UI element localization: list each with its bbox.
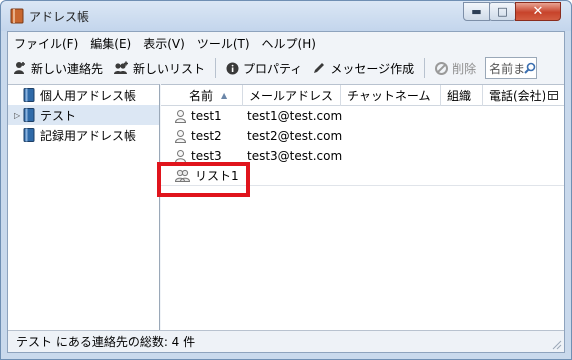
maximize-icon: □ (497, 5, 508, 18)
table-row[interactable]: test3 test3@test.com (161, 146, 564, 166)
address-book-icon (23, 88, 35, 102)
search-icon[interactable] (524, 62, 536, 74)
close-button[interactable]: ✕ (515, 2, 561, 21)
contact-name-cell: test2 (161, 129, 243, 143)
mailing-list-icon (175, 169, 190, 182)
delete-button[interactable]: 削除 (430, 56, 481, 80)
table-row[interactable]: test1 test1@test.com (161, 106, 564, 126)
column-header-label: 電話(会社) (489, 88, 545, 103)
window-title: アドレス帳 (29, 10, 90, 24)
menu-tools[interactable]: ツール(T) (191, 32, 256, 52)
contact-name-cell: リスト1 (161, 167, 243, 184)
sidebar-item-label: テスト (40, 108, 77, 123)
new-contact-icon (14, 62, 25, 74)
contacts-list: 名前 ▲ メールアドレス チャットネーム 組織 電話(会社) test1 tes… (161, 84, 564, 330)
minimize-button[interactable]: ▬ (463, 2, 490, 21)
table-row[interactable]: test2 test2@test.com (161, 126, 564, 146)
column-picker-button[interactable] (545, 90, 561, 100)
compose-button[interactable]: メッセージ作成 (307, 56, 419, 80)
resize-grip-icon[interactable] (552, 340, 562, 350)
sort-ascending-icon: ▲ (221, 90, 228, 100)
contact-name: test1 (191, 109, 222, 123)
list-header: 名前 ▲ メールアドレス チャットネーム 組織 電話(会社) (161, 84, 564, 106)
menu-edit[interactable]: 編集(E) (84, 32, 137, 52)
toolbar-separator (424, 58, 426, 78)
properties-label: プロパティ (243, 61, 303, 76)
contact-email: test3@test.com (247, 149, 343, 163)
expand-arrow-icon[interactable]: ▷ (14, 111, 23, 120)
status-bar: テスト にある連絡先の総数: 4 件 (8, 330, 564, 352)
sidebar-item-label: 記録用アドレス帳 (40, 128, 137, 143)
delete-label: 削除 (452, 61, 477, 76)
properties-button[interactable]: プロパティ (221, 56, 307, 80)
menu-view[interactable]: 表示(V) (137, 32, 191, 52)
menu-bar: ファイル(F) 編集(E) 表示(V) ツール(T) ヘルプ(H) (8, 32, 564, 52)
toolbar: 新しい連絡先 新しいリスト プロパティ メッセージ作成 削除 名前ま (8, 53, 564, 83)
contact-email: test2@test.com (247, 129, 343, 143)
search-placeholder: 名前また (489, 61, 525, 76)
contact-icon (175, 129, 186, 143)
contact-name: リスト1 (195, 169, 239, 183)
contact-icon (175, 109, 186, 123)
sidebar-item-label: 個人用アドレス帳 (40, 88, 137, 103)
column-header-org[interactable]: 組織 (441, 84, 483, 106)
delete-icon (435, 61, 449, 75)
new-list-label: 新しいリスト (133, 61, 206, 76)
minimize-icon: ▬ (471, 5, 482, 18)
contact-name: test2 (191, 129, 222, 143)
contact-name-cell: test3 (161, 149, 243, 163)
toolbar-separator (215, 58, 217, 78)
menu-file[interactable]: ファイル(F) (8, 32, 84, 52)
sidebar-item-test[interactable]: ▷ テスト (8, 105, 159, 125)
address-book-app-icon (10, 8, 24, 24)
new-list-button[interactable]: 新しいリスト (108, 56, 210, 80)
new-contact-label: 新しい連絡先 (31, 61, 104, 76)
new-contact-button[interactable]: 新しい連絡先 (8, 56, 108, 80)
table-row[interactable]: リスト1 (161, 166, 564, 186)
contact-email: test1@test.com (247, 109, 343, 123)
column-header-name[interactable]: 名前 ▲ (161, 84, 243, 106)
column-header-label: 名前 (189, 88, 214, 103)
title-bar[interactable]: アドレス帳 ▬ □ ✕ (1, 1, 571, 31)
close-icon: ✕ (532, 4, 544, 19)
address-book-tree: 個人用アドレス帳 ▷ テスト 記録用アドレス帳 (8, 84, 160, 330)
column-header-label: メールアドレス (249, 88, 334, 103)
column-header-label: チャットネーム (347, 88, 431, 103)
contact-name: test3 (191, 149, 222, 163)
column-header-email[interactable]: メールアドレス (243, 84, 341, 106)
info-icon (226, 62, 239, 74)
status-text: テスト にある連絡先の総数: 4 件 (16, 335, 196, 349)
compose-label: メッセージ作成 (330, 61, 415, 76)
column-header-label: 組織 (447, 88, 472, 103)
column-picker-icon (548, 90, 558, 100)
address-book-icon (23, 128, 35, 142)
sidebar-item-personal[interactable]: 個人用アドレス帳 (8, 85, 159, 105)
column-header-phone[interactable]: 電話(会社) (483, 85, 545, 106)
sidebar-item-collected[interactable]: 記録用アドレス帳 (8, 125, 159, 145)
maximize-button[interactable]: □ (489, 2, 516, 21)
address-book-window: アドレス帳 ▬ □ ✕ ファイル(F) 編集(E) 表示(V) ツール(T) ヘ… (0, 0, 572, 360)
contact-icon (175, 149, 186, 163)
client-area: ファイル(F) 編集(E) 表示(V) ツール(T) ヘルプ(H) 新しい連絡先 (7, 31, 565, 353)
pencil-icon (314, 63, 325, 73)
address-book-icon (23, 108, 35, 122)
search-input[interactable]: 名前また (485, 57, 538, 79)
new-list-icon (114, 61, 129, 74)
column-header-chat[interactable]: チャットネーム (341, 84, 441, 106)
menu-help[interactable]: ヘルプ(H) (256, 32, 322, 52)
contact-name-cell: test1 (161, 109, 243, 123)
